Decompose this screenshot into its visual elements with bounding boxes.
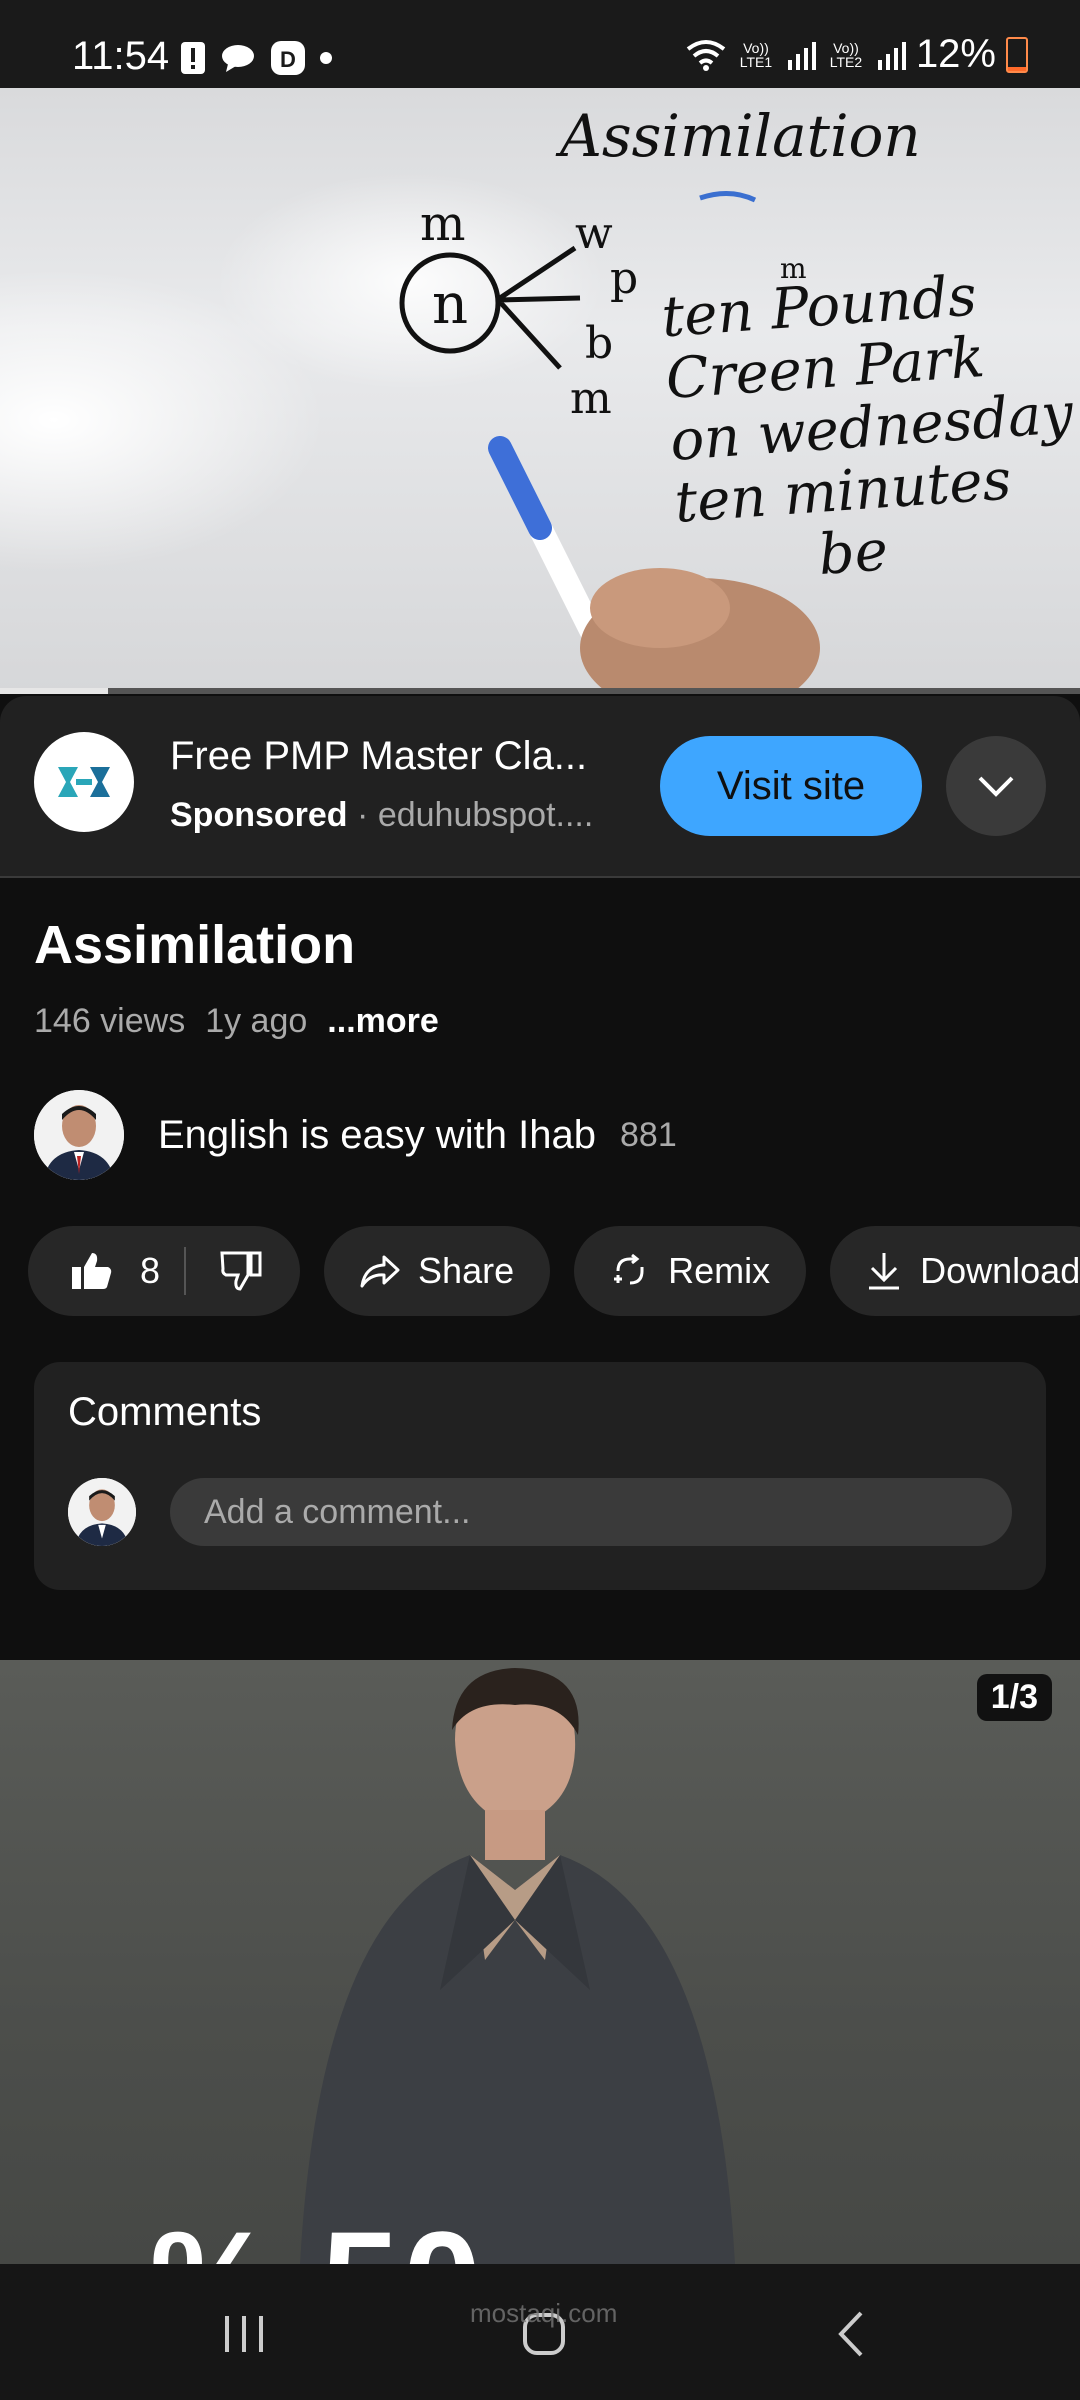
more-notifications-dot (320, 52, 332, 64)
back-button[interactable] (800, 2294, 900, 2374)
subscriber-count: 881 (620, 1115, 677, 1154)
watermark: mostaqi.com (470, 2298, 618, 2328)
battery-icon (1006, 36, 1028, 73)
visit-site-button[interactable]: Visit site (660, 736, 922, 836)
more-description-link[interactable]: ...more (327, 1002, 438, 1041)
dislike-icon[interactable] (220, 1249, 264, 1293)
alert-icon (181, 42, 205, 74)
advertiser-logo (34, 732, 134, 832)
svg-text:b: b (585, 318, 613, 369)
notification-icons: D (180, 40, 332, 76)
board-lines: ten Pounds Creen Park on wednesday ten m… (660, 259, 1080, 596)
signal-2-icon (877, 41, 906, 70)
board-title: Assimilation (560, 102, 921, 170)
upload-age: 1y ago (205, 1002, 308, 1040)
carousel-page-indicator: 1/3 (976, 1674, 1052, 1721)
status-bar: 11:54 D Vo)) LTE1 Vo)) LTE2 12% (0, 0, 1080, 88)
like-count: 8 (140, 1250, 161, 1291)
like-icon[interactable] (70, 1249, 114, 1293)
recent-apps-icon (225, 2316, 263, 2352)
ad-title[interactable]: Free PMP Master Cla... (170, 734, 640, 779)
back-icon (838, 2311, 863, 2357)
video-progress-track[interactable] (0, 688, 1080, 694)
channel-row[interactable]: English is easy with Ihab 881 (34, 1090, 677, 1180)
expand-ad-button[interactable] (946, 736, 1046, 836)
remix-label: Remix (668, 1250, 771, 1291)
signal-1-icon (787, 41, 816, 70)
download-label: Download (920, 1250, 1080, 1291)
add-comment-input[interactable]: Add a comment... (170, 1478, 1012, 1546)
chat-icon (222, 45, 254, 72)
view-count: 146 views (34, 1002, 186, 1040)
video-player[interactable]: n m w p b m m Assimilation ten Pounds Cr… (0, 88, 1080, 692)
svg-text:w: w (575, 208, 613, 259)
svg-text:m: m (420, 196, 466, 252)
video-progress-fill (0, 688, 108, 694)
ad-domain: eduhubspot.... (377, 796, 594, 834)
network-2-label: Vo)) LTE2 (829, 39, 863, 70)
person-avatar-icon (68, 1478, 136, 1546)
remix-button[interactable]: Remix (574, 1226, 807, 1316)
recent-apps-button[interactable] (194, 2294, 294, 2374)
action-bar: 8 Share Remix Download (28, 1226, 1080, 1316)
like-dislike-group: 8 (28, 1226, 301, 1316)
channel-name[interactable]: English is easy with Ihab (158, 1113, 596, 1158)
channel-avatar[interactable] (34, 1090, 124, 1180)
network-1-label: Vo)) LTE1 (739, 39, 773, 70)
comments-title: Comments (68, 1390, 262, 1434)
sponsored-label: Sponsored (170, 796, 348, 834)
promo-carousel[interactable]: 1/3 % 50 (0, 1660, 1080, 2264)
promo-discount-text: % 50 (150, 2200, 485, 2264)
svg-text:p: p (610, 253, 638, 304)
download-icon (869, 1253, 900, 1290)
like-divider (184, 1247, 187, 1295)
separator-dot: · (357, 796, 378, 834)
eduhub-logo-icon (58, 767, 110, 797)
svg-text:n: n (432, 272, 468, 337)
chevron-down-icon (978, 776, 1014, 797)
share-icon (360, 1255, 400, 1288)
video-title[interactable]: Assimilation (34, 914, 355, 976)
share-label: Share (418, 1250, 515, 1291)
remix-icon (614, 1253, 644, 1285)
svg-text:D: D (280, 47, 296, 72)
svg-text:m: m (570, 373, 612, 424)
user-avatar (68, 1478, 136, 1546)
download-button[interactable]: Download (830, 1226, 1080, 1316)
video-meta[interactable]: 146 views 1y ago ...more (34, 1002, 439, 1041)
status-time: 11:54 (72, 34, 170, 78)
app-icon: D (271, 41, 305, 75)
ad-subtitle: Sponsored · eduhubspot.... (170, 796, 620, 835)
share-button[interactable]: Share (324, 1226, 551, 1316)
wifi-icon (686, 39, 726, 71)
person-avatar-icon (34, 1090, 124, 1180)
battery-percent: 12% (915, 32, 996, 76)
comments-panel[interactable]: Comments Add a comment... (34, 1362, 1046, 1590)
system-nav-bar: mostaqi.com (0, 2264, 1080, 2400)
sponsored-ad[interactable]: Free PMP Master Cla... Sponsored · eduhu… (0, 696, 1080, 878)
status-right: Vo)) LTE1 Vo)) LTE2 12% (686, 32, 1028, 77)
model-photo (300, 1668, 735, 2264)
